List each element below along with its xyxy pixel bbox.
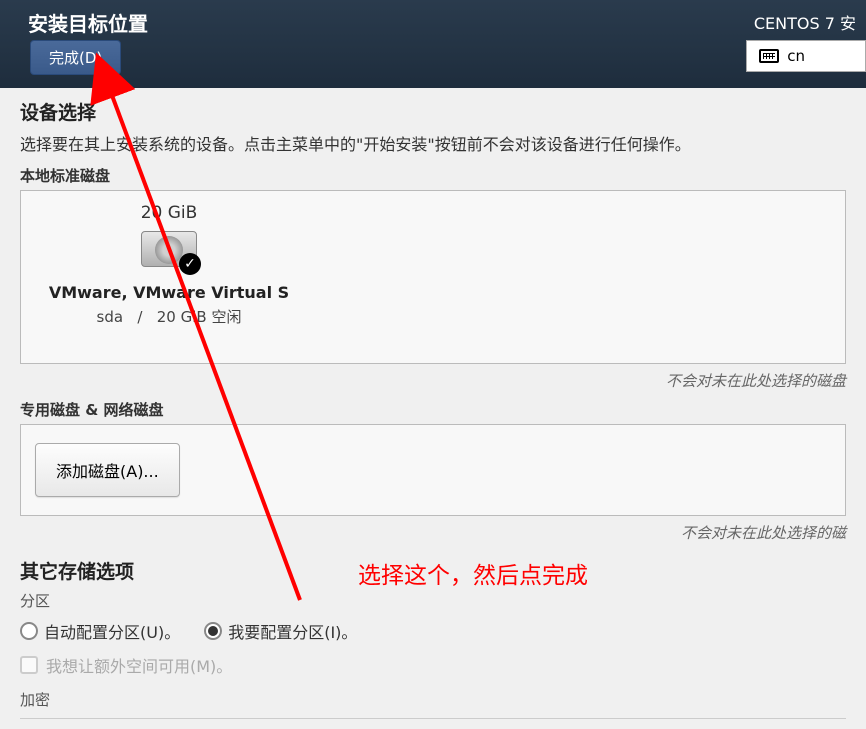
network-disk-footer: 不会对未在此处选择的磁 — [20, 522, 846, 543]
disk-size: 20 GiB — [39, 203, 299, 223]
extra-space-label: 我想让额外空间可用(M)。 — [46, 653, 232, 677]
disk-name: VMware, VMware Virtual S — [39, 283, 299, 302]
device-selection-desc: 选择要在其上安装系统的设备。点击主菜单中的"开始安装"按钮前不会对该设备进行任何… — [20, 131, 846, 155]
disk-info: sda / 20 GiB 空闲 — [39, 306, 299, 327]
local-disks-container: 20 GiB VMware, VMware Virtual S sda / 20… — [20, 190, 846, 364]
page-title: 安装目标位置 — [28, 8, 148, 37]
main-content: 设备选择 选择要在其上安装系统的设备。点击主菜单中的"开始安装"按钮前不会对该设… — [0, 88, 866, 729]
partition-label: 分区 — [20, 590, 846, 611]
network-disks-label: 专用磁盘 & 网络磁盘 — [20, 399, 846, 420]
done-button[interactable]: 完成(D) — [30, 40, 121, 75]
checkbox-icon — [20, 656, 38, 674]
network-disks-container: 添加磁盘(A)... — [20, 424, 846, 516]
local-disk-footer: 不会对未在此处选择的磁盘 — [20, 370, 846, 391]
keyboard-icon — [759, 49, 779, 63]
checkmark-icon — [179, 253, 201, 275]
auto-partition-radio[interactable]: 自动配置分区(U)。 — [20, 619, 180, 643]
separator — [20, 718, 846, 719]
os-title: CENTOS 7 安 — [754, 10, 856, 34]
extra-space-checkbox: 我想让额外空间可用(M)。 — [20, 653, 846, 677]
disk-item[interactable]: 20 GiB VMware, VMware Virtual S sda / 20… — [39, 203, 299, 327]
installer-header: 安装目标位置 完成(D) CENTOS 7 安 cn — [0, 0, 866, 88]
add-disk-button[interactable]: 添加磁盘(A)... — [35, 443, 180, 497]
local-disks-label: 本地标准磁盘 — [20, 165, 846, 186]
manual-partition-radio[interactable]: 我要配置分区(I)。 — [204, 619, 357, 643]
language-indicator[interactable]: cn — [746, 40, 866, 72]
encryption-label: 加密 — [20, 689, 846, 710]
storage-options-title: 其它存储选项 — [20, 557, 846, 584]
radio-icon — [20, 622, 38, 640]
lang-code: cn — [787, 47, 805, 65]
radio-icon-selected — [204, 622, 222, 640]
device-selection-title: 设备选择 — [20, 98, 846, 125]
manual-partition-label: 我要配置分区(I)。 — [228, 619, 357, 643]
auto-partition-label: 自动配置分区(U)。 — [44, 619, 180, 643]
partition-radio-group: 自动配置分区(U)。 我要配置分区(I)。 — [20, 619, 846, 643]
hard-disk-icon — [141, 231, 197, 273]
